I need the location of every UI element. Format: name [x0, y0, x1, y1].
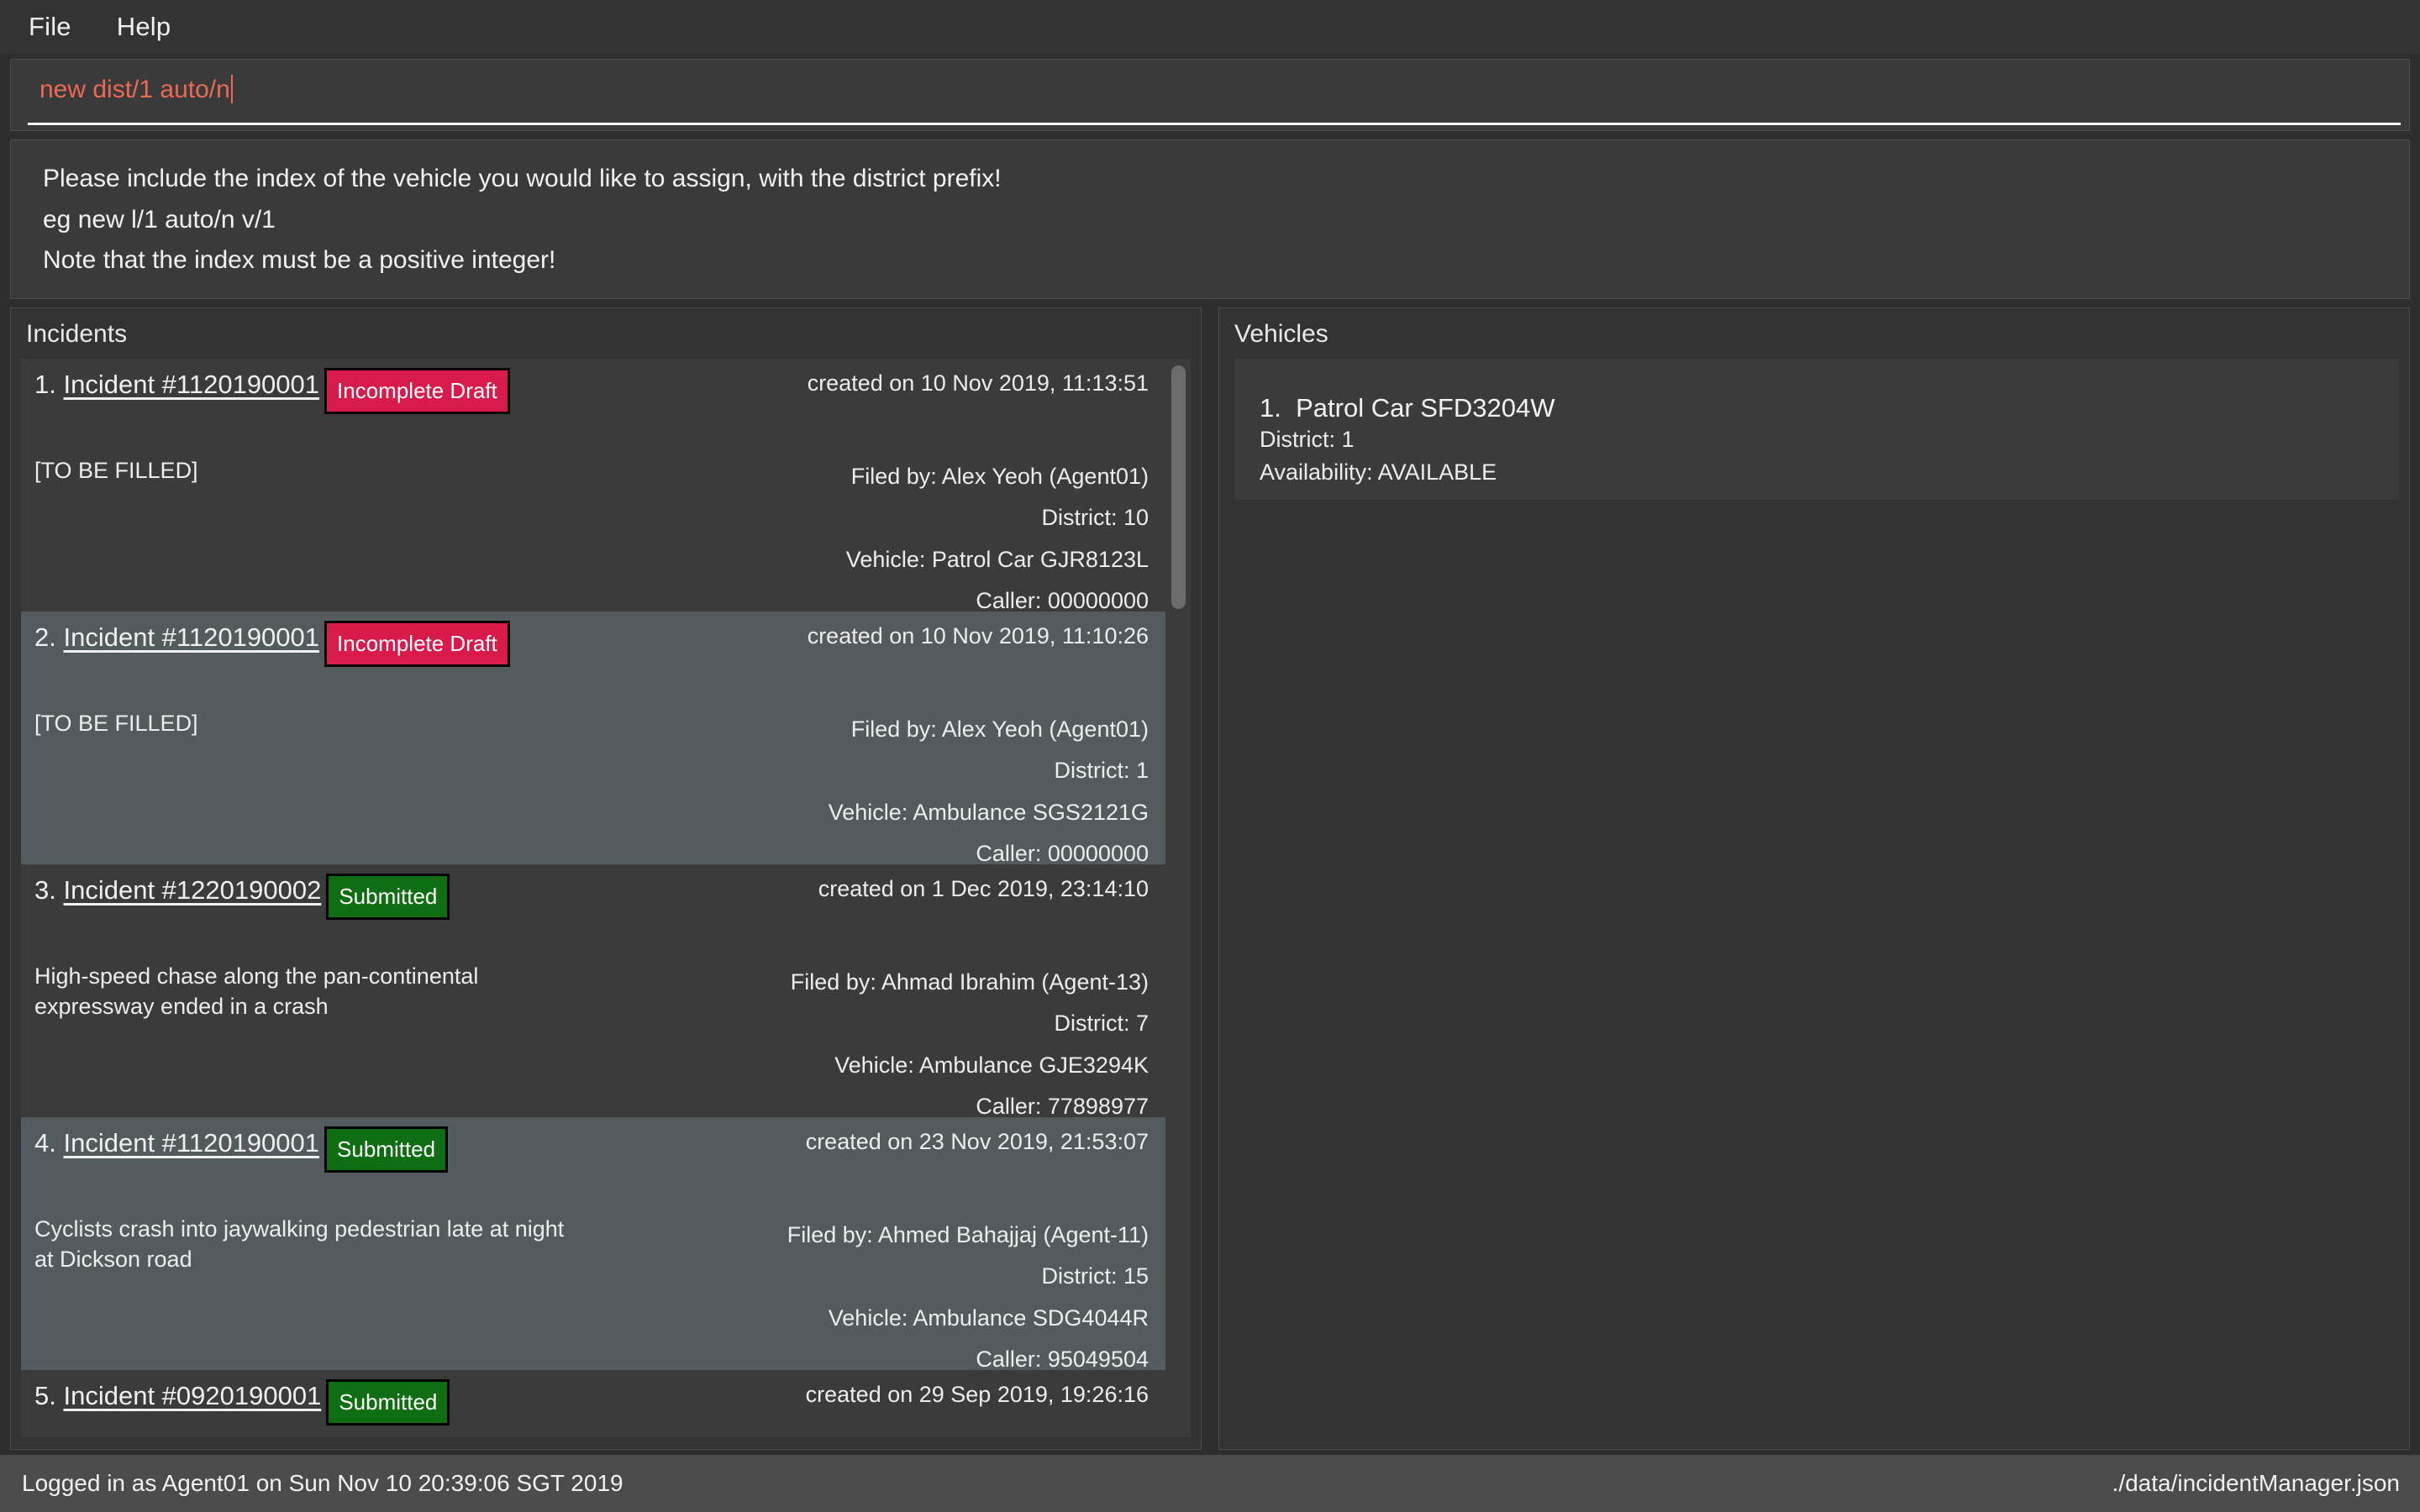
incident-metadata: Filed by: Ahmad Ibrahim (Agent-13) Distr… [791, 962, 1149, 1128]
status-badge: Submitted [326, 1379, 450, 1425]
vehicles-panel-title: Vehicles [1234, 320, 1328, 348]
incident-vehicle: Vehicle: Ambulance SGS2121G [828, 799, 1149, 825]
incident-link[interactable]: Incident #1120190001 [63, 622, 319, 652]
status-badge: Incomplete Draft [324, 621, 510, 667]
vehicles-panel: Vehicles 1. Patrol Car SFD3204W District… [1218, 307, 2410, 1450]
incident-vehicle: Vehicle: Patrol Car GJR8123L [845, 546, 1149, 572]
status-bar: Logged in as Agent01 on Sun Nov 10 20:39… [0, 1455, 2420, 1512]
incident-list-item[interactable]: 4. Incident #1120190001 Submitted create… [21, 1117, 1165, 1372]
vehicle-name: 1. Patrol Car SFD3204W [1260, 392, 2399, 423]
incident-created-timestamp: created on 23 Nov 2019, 21:53:07 [805, 1129, 1149, 1154]
incident-link[interactable]: Incident #1120190001 [63, 370, 319, 399]
vehicles-list[interactable]: 1. Patrol Car SFD3204W District: 1 Avail… [1234, 359, 2399, 1437]
incident-link[interactable]: Incident #1120190001 [63, 1128, 319, 1158]
incident-description: [TO BE FILLED] [34, 711, 198, 736]
incidents-list[interactable]: 1. Incident #1120190001 Incomplete Draft… [21, 359, 1165, 1437]
scrollbar-thumb[interactable] [1171, 365, 1186, 609]
incident-list-item[interactable]: 3. Incident #1220190002 Submitted create… [21, 864, 1165, 1119]
incident-title[interactable]: 1. Incident #1120190001 [34, 369, 319, 402]
incident-vehicle: Vehicle: Ambulance SDG4044R [828, 1305, 1149, 1331]
incident-title[interactable]: 2. Incident #1120190001 [34, 622, 319, 654]
incident-list-item[interactable]: 1. Incident #1120190001 Incomplete Draft… [21, 359, 1165, 613]
incident-title[interactable]: 3. Incident #1220190002 [34, 874, 321, 907]
command-input-text: new dist/1 auto/n [39, 76, 230, 103]
vehicle-list-item[interactable]: 1. Patrol Car SFD3204W District: 1 Avail… [1234, 359, 2399, 500]
application-window: File Help new dist/1 auto/n Please inclu… [0, 0, 2420, 1512]
incident-metadata: Filed by: Alex Yeoh (Agent01) District: … [846, 456, 1149, 622]
command-input-container[interactable]: new dist/1 auto/n [10, 59, 2410, 131]
incident-list-item[interactable]: 5. Incident #0920190001 Submitted create… [21, 1370, 1165, 1437]
vehicle-index: 1. [1260, 393, 1281, 423]
incident-created-timestamp: created on 1 Dec 2019, 23:14:10 [818, 876, 1149, 901]
incident-link[interactable]: Incident #0920190001 [63, 1381, 321, 1410]
incident-index: 1. [34, 370, 56, 399]
incident-description: [TO BE FILLED] [34, 458, 198, 483]
result-message-line-3: Note that the index must be a positive i… [43, 246, 556, 275]
incident-description: Cyclists crash into jaywalking pedestria… [34, 1216, 565, 1272]
status-bar-login-info: Logged in as Agent01 on Sun Nov 10 20:39… [22, 1470, 623, 1496]
incident-index: 4. [34, 1128, 56, 1158]
incident-metadata: Filed by: Ahmed Bahajjaj (Agent-11) Dist… [787, 1215, 1149, 1381]
vehicle-label: Patrol Car SFD3204W [1296, 393, 1555, 423]
menu-bar: File Help [0, 0, 2420, 54]
incident-metadata: Filed by: Alex Yeoh (Agent01) District: … [829, 709, 1149, 875]
command-input-underline [28, 123, 2401, 125]
vehicle-availability: Availability: AVAILABLE [1260, 459, 1497, 485]
incident-list-item[interactable]: 2. Incident #1120190001 Incomplete Draft… [21, 612, 1165, 866]
status-badge: Submitted [324, 1126, 449, 1173]
panels-container: Incidents 1. Incident #1120190001 Incomp… [0, 299, 2420, 1455]
incident-index: 3. [34, 875, 56, 905]
incidents-panel: Incidents 1. Incident #1120190001 Incomp… [10, 307, 1202, 1450]
incident-filed-by: Filed by: Alex Yeoh (Agent01) [850, 717, 1149, 742]
incident-vehicle: Vehicle: Ambulance GJE3294K [834, 1052, 1149, 1078]
command-input-inner[interactable]: new dist/1 auto/n [11, 60, 2409, 130]
incidents-scrollbar[interactable] [1165, 359, 1191, 1437]
status-badge: Submitted [326, 874, 450, 920]
incident-filed-by: Filed by: Alex Yeoh (Agent01) [850, 464, 1149, 489]
incident-filed-by: Filed by: Ahmad Ibrahim (Agent-13) [790, 969, 1149, 995]
incident-created-timestamp: created on 29 Sep 2019, 19:26:16 [805, 1382, 1149, 1407]
incident-district: District: 7 [1054, 1011, 1149, 1037]
incident-created-timestamp: created on 10 Nov 2019, 11:10:26 [807, 623, 1149, 648]
vehicle-district: District: 1 [1260, 427, 1355, 453]
status-bar-save-location: ./data/incidentManager.json [2112, 1470, 2400, 1496]
incidents-panel-title: Incidents [26, 320, 128, 348]
incident-description: High-speed chase along the pan-continent… [34, 963, 479, 1019]
menu-item-file[interactable]: File [24, 8, 76, 45]
incident-district: District: 15 [1041, 1263, 1149, 1289]
incident-index: 2. [34, 622, 56, 652]
text-caret [230, 75, 233, 103]
incident-filed-by: Filed by: Ahmed Bahajjaj (Agent-11) [786, 1222, 1149, 1247]
incident-title[interactable]: 4. Incident #1120190001 [34, 1127, 319, 1160]
status-badge: Incomplete Draft [324, 368, 510, 414]
incident-title[interactable]: 5. Incident #0920190001 [34, 1380, 321, 1413]
result-message-box: Please include the index of the vehicle … [10, 139, 2410, 299]
incident-link[interactable]: Incident #1220190002 [63, 875, 321, 905]
result-message-line-1: Please include the index of the vehicle … [43, 165, 1002, 192]
incidents-panel-body: 1. Incident #1120190001 Incomplete Draft… [21, 359, 1191, 1437]
incident-created-timestamp: created on 10 Nov 2019, 11:13:51 [807, 370, 1149, 396]
incident-district: District: 10 [1041, 505, 1149, 531]
result-message-line-2: eg new l/1 auto/n v/1 [43, 205, 276, 234]
incident-district: District: 1 [1054, 758, 1149, 784]
incident-index: 5. [34, 1381, 56, 1410]
menu-item-help[interactable]: Help [112, 8, 176, 45]
